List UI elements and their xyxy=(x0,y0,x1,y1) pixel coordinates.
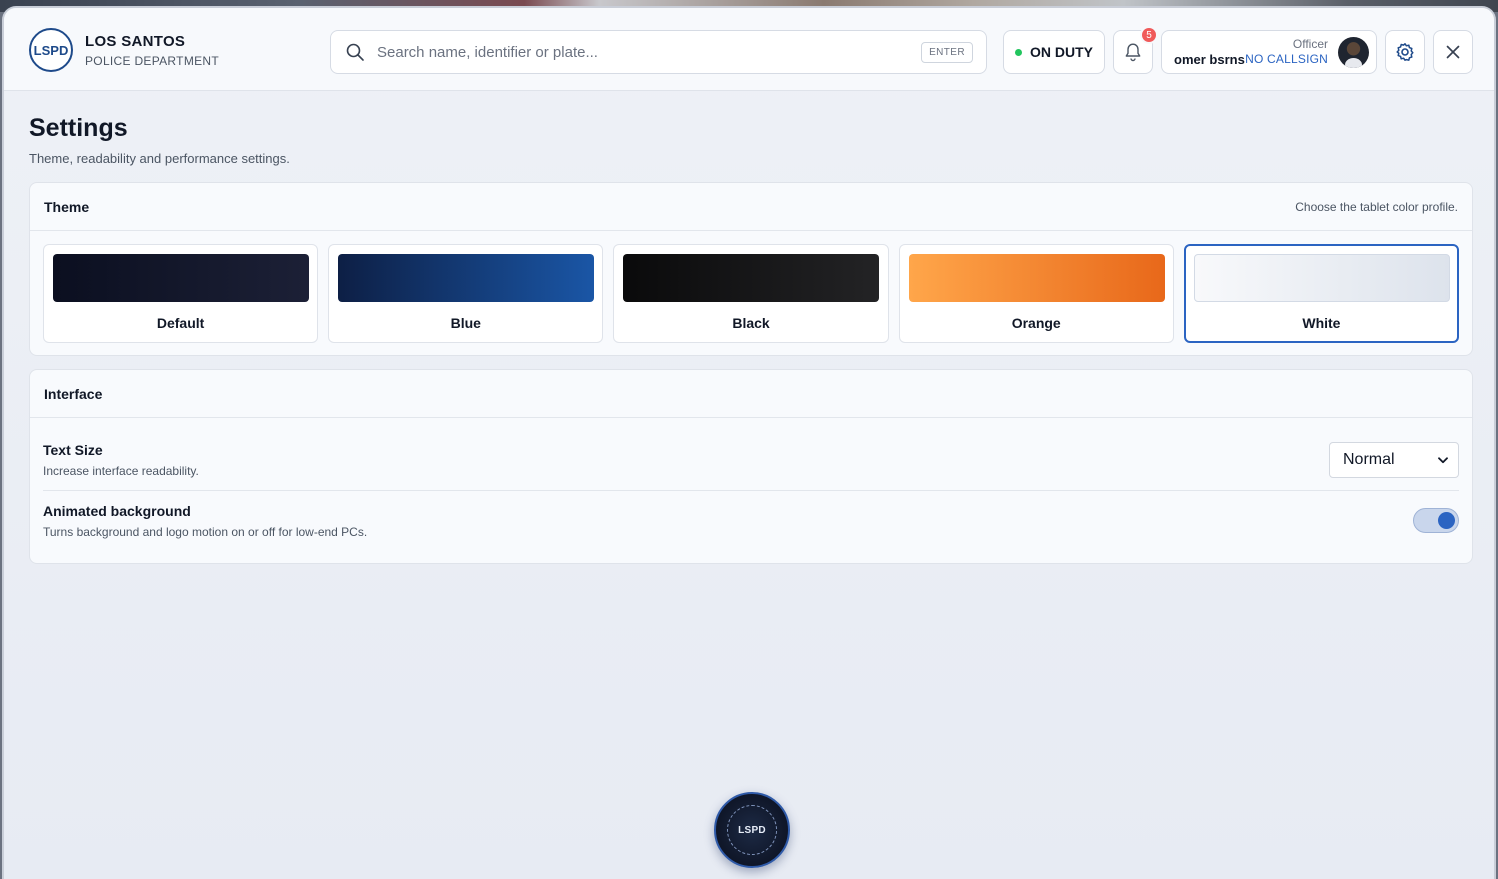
duty-status-button[interactable]: ON DUTY xyxy=(1003,30,1105,74)
theme-label: White xyxy=(1302,315,1341,331)
bell-icon xyxy=(1125,43,1141,62)
interface-card: Interface Text Size Increase interface r… xyxy=(29,369,1473,564)
theme-option-orange[interactable]: Orange xyxy=(898,244,1174,343)
enter-key-hint: ENTER xyxy=(921,41,973,63)
top-bar: LSPD LOS SANTOS POLICE DEPARTMENT ENTER … xyxy=(4,8,1494,91)
officer-callsign: NO CALLSIGN xyxy=(1245,52,1328,66)
duty-status-label: ON DUTY xyxy=(1030,44,1093,60)
interface-card-header: Interface xyxy=(30,370,1472,418)
lspd-badge-icon: LSPD xyxy=(727,805,777,855)
theme-swatch xyxy=(623,254,880,302)
theme-option-white[interactable]: White xyxy=(1183,244,1460,343)
notifications-button[interactable]: 5 xyxy=(1113,26,1158,74)
lspd-logo: LSPD xyxy=(29,28,73,72)
chevron-down-icon xyxy=(1438,456,1448,463)
status-dot xyxy=(1015,48,1022,56)
avatar xyxy=(1338,37,1369,68)
notification-count-badge: 5 xyxy=(1140,26,1158,44)
brand-text: LOS SANTOS POLICE DEPARTMENT xyxy=(85,33,219,68)
theme-card: Theme Choose the tablet color profile. D… xyxy=(29,182,1473,356)
search-input[interactable] xyxy=(377,43,922,61)
theme-options: Default Blue Black Orange White xyxy=(30,231,1472,343)
settings-button[interactable] xyxy=(1385,30,1425,74)
theme-option-black[interactable]: Black xyxy=(613,244,889,343)
page-title: Settings xyxy=(29,114,128,142)
search-bar: ENTER xyxy=(330,30,987,74)
theme-card-header: Theme Choose the tablet color profile. xyxy=(30,183,1472,231)
animated-background-toggle[interactable] xyxy=(1413,508,1459,533)
brand-subtitle: POLICE DEPARTMENT xyxy=(85,53,220,68)
officer-profile[interactable]: Officer omer bsrns NO CALLSIGN xyxy=(1161,30,1377,74)
gear-icon xyxy=(1396,43,1414,61)
text-size-title: Text Size xyxy=(43,442,103,458)
tablet-frame: LSPD LOS SANTOS POLICE DEPARTMENT ENTER … xyxy=(2,6,1496,879)
text-size-select[interactable]: Normal xyxy=(1329,442,1459,478)
animated-background-title: Animated background xyxy=(43,503,191,519)
theme-label: Blue xyxy=(450,315,481,331)
theme-label: Orange xyxy=(1011,315,1061,331)
text-size-description: Increase interface readability. xyxy=(43,464,199,478)
brand-title: LOS SANTOS xyxy=(85,32,186,50)
theme-swatch xyxy=(53,254,309,302)
theme-swatch xyxy=(908,254,1165,302)
animated-background-row: Animated background Turns background and… xyxy=(43,490,1459,562)
home-button[interactable]: LSPD xyxy=(714,792,790,868)
interface-card-title: Interface xyxy=(44,385,103,402)
theme-label: Default xyxy=(156,315,205,331)
search-icon xyxy=(346,43,364,61)
theme-swatch xyxy=(1193,254,1450,302)
theme-option-blue[interactable]: Blue xyxy=(328,244,604,343)
theme-swatch xyxy=(338,254,595,302)
theme-label: Black xyxy=(732,315,770,331)
animated-background-description: Turns background and logo motion on or o… xyxy=(43,525,368,539)
theme-card-title: Theme xyxy=(44,198,90,215)
theme-option-default[interactable]: Default xyxy=(43,244,319,343)
theme-card-hint: Choose the tablet color profile. xyxy=(1295,199,1458,214)
toggle-knob xyxy=(1438,512,1455,529)
officer-role: Officer xyxy=(1292,37,1328,51)
close-button[interactable] xyxy=(1433,30,1473,74)
text-size-value: Normal xyxy=(1343,451,1395,468)
brand: LSPD LOS SANTOS POLICE DEPARTMENT xyxy=(29,28,219,72)
officer-name: omer bsrns xyxy=(1174,52,1245,67)
close-icon xyxy=(1446,45,1460,59)
text-size-row: Text Size Increase interface readability… xyxy=(43,418,1459,490)
page-subtitle: Theme, readability and performance setti… xyxy=(29,151,290,166)
